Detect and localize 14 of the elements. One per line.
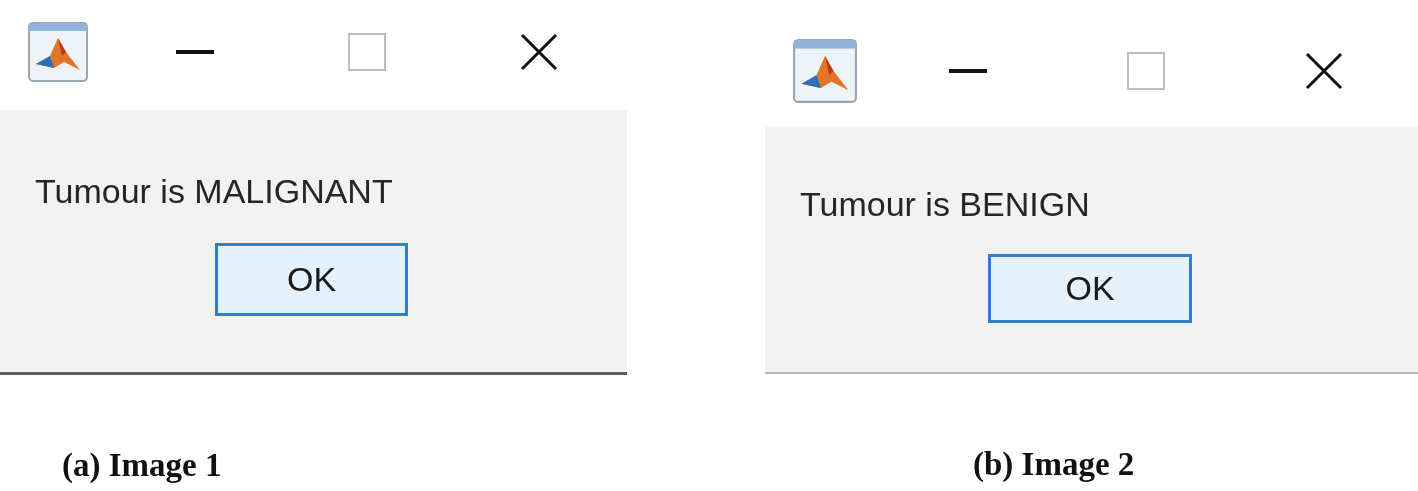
figure-caption: (a) Image 1 bbox=[62, 447, 223, 484]
minimize-icon[interactable] bbox=[949, 69, 987, 73]
ok-button[interactable]: OK bbox=[988, 254, 1192, 323]
dialog-message: Tumour is MALIGNANT bbox=[35, 172, 394, 211]
app-logo-icon bbox=[793, 39, 857, 103]
maximize-icon[interactable] bbox=[1127, 52, 1165, 90]
dialog-message: Tumour is BENIGN bbox=[800, 185, 1091, 224]
app-logo-icon bbox=[28, 22, 88, 82]
minimize-icon[interactable] bbox=[176, 50, 214, 54]
figure-caption: (b) Image 2 bbox=[973, 446, 1136, 483]
close-icon[interactable] bbox=[1305, 52, 1343, 90]
maximize-icon[interactable] bbox=[348, 33, 386, 71]
close-icon[interactable] bbox=[520, 33, 558, 71]
ok-button[interactable]: OK bbox=[215, 243, 408, 316]
